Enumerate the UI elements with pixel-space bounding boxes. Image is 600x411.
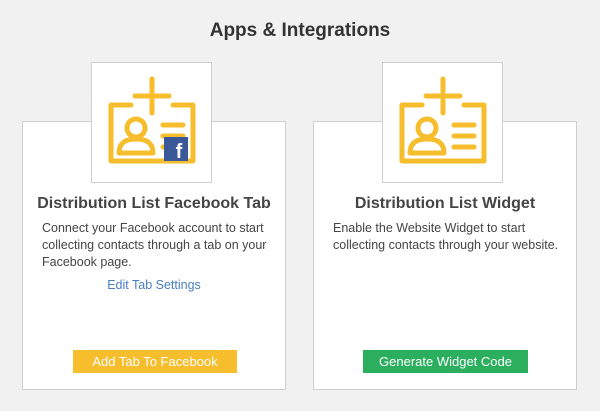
card-description: Enable the Website Widget to start colle… xyxy=(333,221,559,252)
widget-icon-box xyxy=(382,62,503,183)
facebook-tab-icon-box: f xyxy=(91,62,212,183)
contact-card-add-icon xyxy=(399,76,487,164)
card-title: Distribution List Facebook Tab xyxy=(37,195,271,212)
svg-text:f: f xyxy=(176,141,183,163)
contact-card-add-icon: f xyxy=(108,76,196,164)
page-title: Apps & Integrations xyxy=(209,20,391,41)
facebook-icon: f xyxy=(164,137,188,163)
generate-widget-code-button[interactable]: Generate Widget Code xyxy=(363,350,528,373)
widget-card: Distribution List Widget Enable the Webs… xyxy=(313,62,577,390)
add-tab-to-facebook-button[interactable]: Add Tab To Facebook xyxy=(73,350,237,373)
edit-tab-settings-link[interactable]: Edit Tab Settings xyxy=(23,278,285,292)
facebook-tab-card: f Distribution List Facebook Tab Connect… xyxy=(22,62,286,390)
card-title: Distribution List Widget xyxy=(354,195,536,212)
card-description: Connect your Facebook account to start c… xyxy=(42,221,267,269)
